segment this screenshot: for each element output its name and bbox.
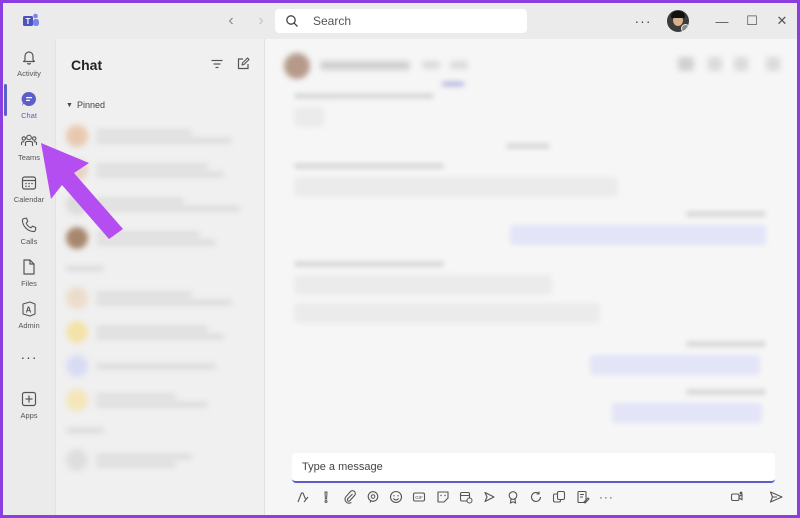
rail-item-apps[interactable]: Apps: [3, 385, 55, 425]
list-item: [66, 419, 256, 441]
composer-toolbar: GIF ···: [296, 490, 622, 506]
file-icon: [23, 259, 35, 275]
svg-text:T: T: [26, 17, 31, 26]
sticker-button[interactable]: [436, 490, 452, 506]
list-item[interactable]: [66, 283, 256, 313]
notes-button[interactable]: [576, 490, 592, 506]
teams-logo-icon[interactable]: T: [22, 12, 40, 30]
chat-bubble-icon: [21, 91, 36, 106]
gif-button[interactable]: GIF: [412, 490, 428, 506]
phone-icon: [21, 217, 37, 233]
refresh-icon: [530, 491, 542, 502]
list-item[interactable]: [66, 445, 256, 475]
pinned-label: Pinned: [76, 100, 105, 110]
calendar-icon: [21, 176, 37, 190]
loop-button[interactable]: [366, 490, 382, 506]
more-options-button[interactable]: ···: [599, 490, 615, 506]
approvals-button[interactable]: [552, 490, 568, 506]
annotation-arrow-icon: [41, 143, 123, 239]
format-button[interactable]: [296, 490, 312, 506]
search-icon: [286, 15, 298, 27]
teams-window: T ‹ › ··· — ☐ ✕: [3, 3, 797, 515]
rail-item-files[interactable]: Files: [3, 253, 55, 293]
chat-list-panel: Chat ▼ Pinned: [55, 39, 265, 515]
attach-button[interactable]: [343, 490, 359, 506]
meet-now-button[interactable]: [730, 490, 746, 506]
video-meet-icon: [730, 491, 743, 502]
filter-icon[interactable]: [210, 57, 224, 71]
conversation-header-blurred: [266, 39, 797, 87]
rail-item-chat[interactable]: Chat: [3, 85, 55, 125]
svg-text:A: A: [26, 306, 32, 315]
emoji-icon: [390, 490, 403, 504]
list-item: [66, 257, 256, 279]
emoji-button[interactable]: [389, 490, 405, 506]
avatar[interactable]: [667, 10, 689, 32]
svg-text:GIF: GIF: [416, 495, 424, 500]
message-thread-blurred: [266, 89, 797, 449]
praise-button[interactable]: [506, 490, 522, 506]
schedule-meeting-button[interactable]: [459, 490, 475, 506]
maximize-button[interactable]: ☐: [737, 3, 767, 39]
message-composer[interactable]: [292, 453, 775, 483]
gif-icon: GIF: [413, 492, 426, 502]
settings-more-button[interactable]: ···: [633, 13, 653, 29]
search-bar[interactable]: [275, 9, 527, 33]
approvals-icon: [553, 490, 566, 503]
minimize-button[interactable]: —: [707, 3, 737, 39]
rail-item-admin[interactable]: A Admin: [3, 295, 55, 335]
back-arrow-icon[interactable]: ‹: [223, 12, 239, 30]
more-apps-button[interactable]: ···: [3, 349, 55, 365]
apps-plus-icon: [21, 391, 37, 407]
schedule-icon: [460, 491, 473, 504]
search-input[interactable]: [313, 14, 513, 28]
notes-edit-icon: [577, 490, 590, 504]
chat-panel-title: Chat: [71, 57, 103, 73]
priority-button[interactable]: [319, 490, 335, 506]
rail-item-activity[interactable]: Activity: [3, 43, 55, 83]
paperclip-icon: [344, 490, 356, 504]
app-rail: Activity Chat Teams Calendar Calls Files…: [3, 39, 55, 515]
list-item[interactable]: [66, 385, 256, 415]
close-button[interactable]: ✕: [767, 3, 797, 39]
praise-badge-icon: [508, 491, 518, 504]
forward-arrow-icon[interactable]: ›: [253, 12, 269, 30]
new-chat-icon[interactable]: [236, 57, 250, 71]
teams-icon: [20, 134, 38, 146]
exclamation-icon: [324, 491, 328, 503]
bell-icon: [22, 51, 36, 65]
loop-icon: [367, 491, 379, 503]
send-button[interactable]: [769, 490, 785, 506]
title-bar: T ‹ › ··· — ☐ ✕: [3, 3, 797, 39]
sticker-icon: [437, 491, 449, 503]
list-item[interactable]: [66, 317, 256, 347]
message-input[interactable]: [302, 461, 742, 473]
format-pen-icon: [297, 492, 309, 503]
send-controls: [730, 490, 793, 506]
admin-icon: A: [22, 301, 36, 317]
caret-down-icon: ▼: [66, 101, 73, 109]
stream-button[interactable]: [482, 490, 498, 506]
send-icon: [770, 491, 783, 503]
conversation-pane: GIF ···: [266, 39, 797, 515]
updates-button[interactable]: [529, 490, 545, 506]
presence-status-icon: [681, 24, 689, 32]
more-options-icon: ···: [598, 490, 614, 504]
stream-play-icon: [484, 491, 495, 503]
pinned-section-header[interactable]: ▼ Pinned: [66, 100, 105, 110]
list-item[interactable]: [66, 351, 256, 381]
